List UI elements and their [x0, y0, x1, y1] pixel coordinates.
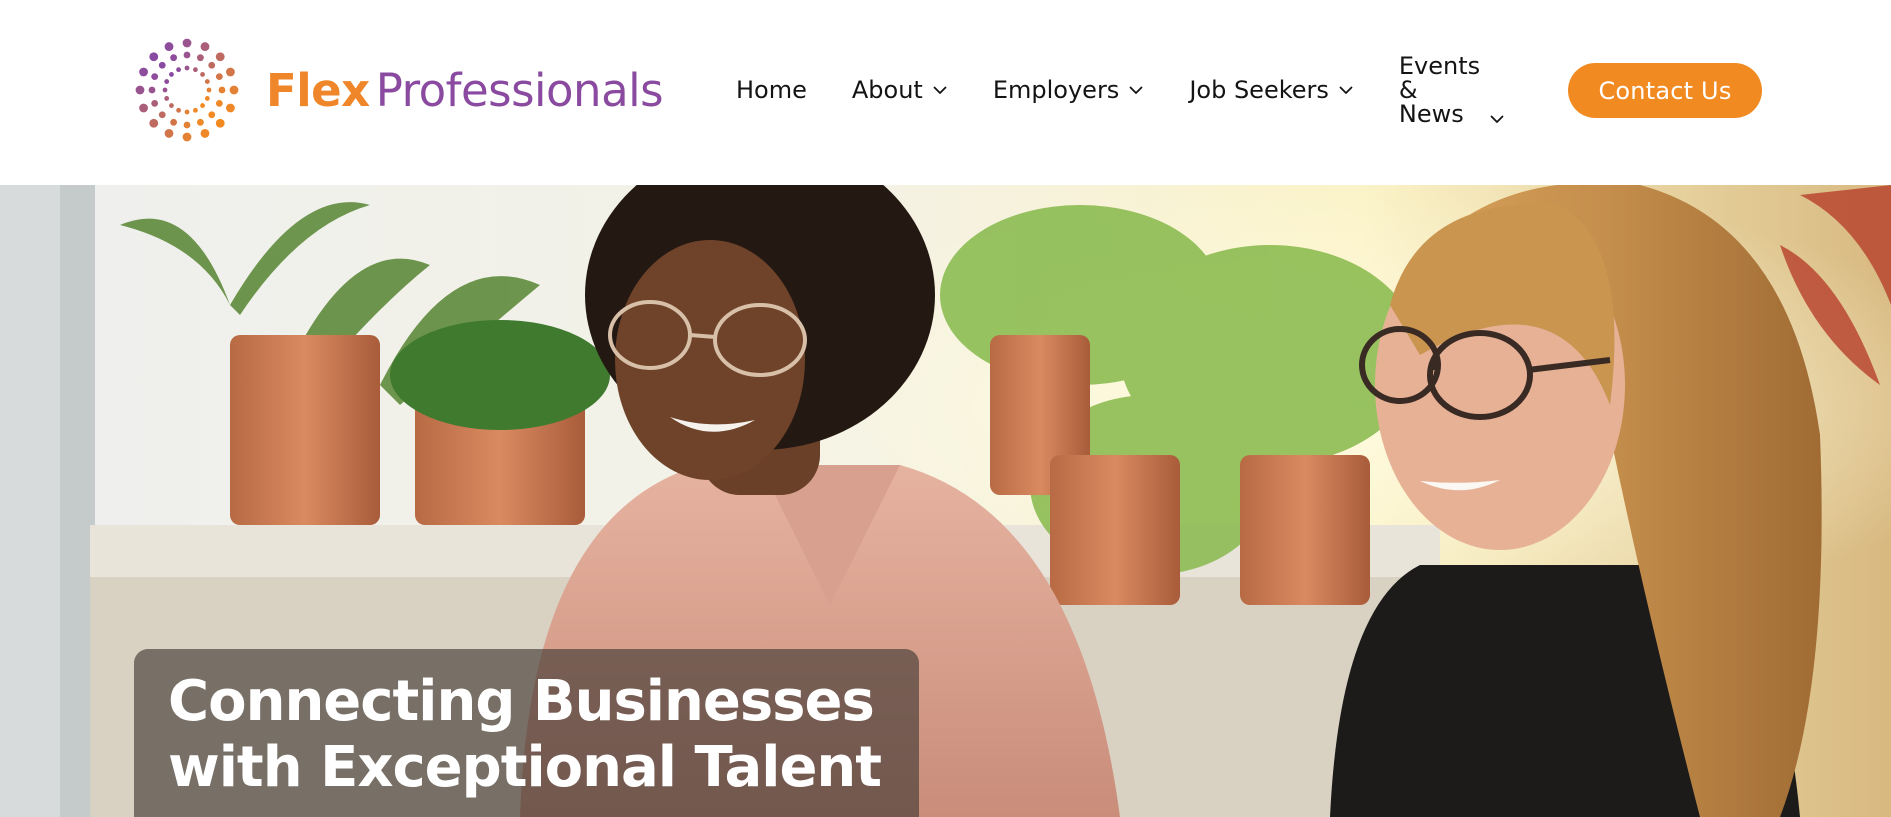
nav-events-news-label: Events & News: [1399, 54, 1480, 126]
hero-section: Connecting Businesses with Exceptional T…: [0, 185, 1891, 817]
brand-logo[interactable]: Flex Professionals: [134, 37, 694, 143]
nav-home-label: Home: [736, 76, 807, 104]
brand-name-flex: Flex: [266, 63, 370, 117]
contact-us-button[interactable]: Contact Us: [1568, 63, 1762, 118]
nav-home[interactable]: Home: [736, 76, 807, 104]
main-nav: Home About Employers Job Seekers Events …: [736, 50, 1504, 130]
nav-employers-label: Employers: [992, 76, 1120, 104]
nav-employers[interactable]: Employers: [993, 76, 1143, 104]
hero-title: Connecting Businesses with Exceptional T…: [168, 669, 885, 801]
chevron-down-icon: [1129, 86, 1143, 95]
nav-job-seekers-label: Job Seekers: [1189, 76, 1329, 104]
site-header: Flex Professionals Home About Employers J…: [0, 0, 1891, 185]
nav-events-line1: Events: [1398, 52, 1481, 80]
nav-events-news[interactable]: Events & News: [1399, 54, 1504, 126]
chevron-down-icon: [1339, 86, 1353, 95]
brand-name: Flex Professionals: [266, 68, 664, 113]
hero-headline-card: Connecting Businesses with Exceptional T…: [134, 649, 919, 817]
chevron-down-icon: [933, 86, 947, 95]
brand-name-professionals: Professionals: [375, 63, 664, 117]
nav-events-line3: News: [1398, 100, 1464, 128]
nav-about[interactable]: About: [852, 76, 947, 104]
hero-title-line1: Connecting Businesses: [168, 669, 875, 734]
nav-about-label: About: [851, 76, 923, 104]
hero-title-line2: with Exceptional Talent: [168, 735, 882, 800]
chevron-down-icon: [1490, 115, 1504, 124]
nav-job-seekers[interactable]: Job Seekers: [1189, 76, 1353, 104]
nav-events-line2: &: [1398, 76, 1418, 104]
sunburst-logo-icon: [135, 38, 239, 142]
